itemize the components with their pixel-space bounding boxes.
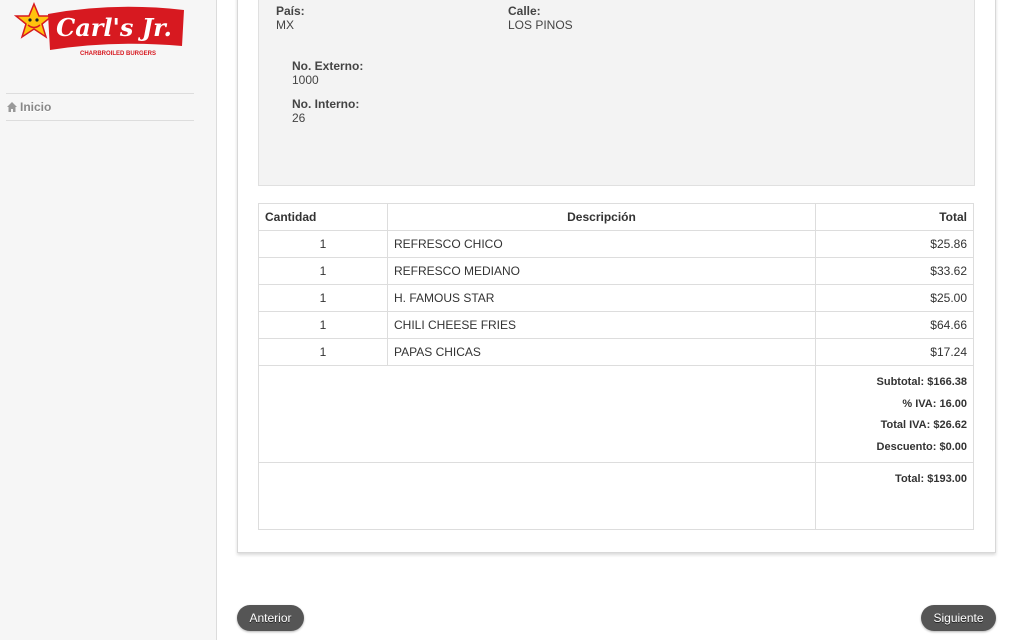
pais-label: País: (276, 4, 305, 18)
address-panel: País: MX Calle: LOS PINOS No. Externo: 1… (258, 0, 975, 186)
table-row: 1 CHILI CHEESE FRIES $64.66 (258, 311, 974, 339)
row-total: $64.66 (815, 311, 974, 339)
no-externo-value: 1000 (292, 73, 319, 87)
sidebar-item-label: Inicio (20, 100, 52, 114)
pais-field: País: MX (276, 4, 305, 32)
no-interno-label: No. Interno: (292, 97, 360, 111)
pais-value: MX (276, 18, 294, 32)
svg-text:CHARBROILED BURGERS: CHARBROILED BURGERS (80, 51, 156, 57)
row-qty: 1 (258, 311, 388, 339)
row-qty: 1 (258, 257, 388, 285)
no-interno-field: No. Interno: 26 (292, 97, 359, 125)
no-externo-label: No. Externo: (292, 59, 364, 73)
main-content: País: MX Calle: LOS PINOS No. Externo: 1… (217, 0, 1024, 640)
grand-total-row: Total: $193.00 (258, 462, 974, 530)
header-total: Total (815, 203, 974, 231)
calle-field: Calle: LOS PINOS (508, 4, 573, 32)
svg-text:Carl's Jr.: Carl's Jr. (56, 13, 172, 42)
order-card: País: MX Calle: LOS PINOS No. Externo: 1… (237, 0, 996, 553)
grand-total-cell: Total: $193.00 (815, 462, 974, 530)
carls-jr-logo[interactable]: Carl's Jr. CHARBROILED BURGERS (14, 2, 188, 60)
summary-cell: Subtotal: $166.38 % IVA: 16.00 Total IVA… (815, 365, 974, 463)
row-qty: 1 (258, 230, 388, 258)
sidebar-item-inicio[interactable]: Inicio (6, 93, 194, 121)
star-logo-icon (14, 2, 55, 39)
header-descripcion: Descripción (387, 203, 816, 231)
row-qty: 1 (258, 284, 388, 312)
row-desc: CHILI CHEESE FRIES (387, 311, 816, 339)
row-desc: H. FAMOUS STAR (387, 284, 816, 312)
anterior-button[interactable]: Anterior (237, 605, 304, 631)
sidebar: Carl's Jr. CHARBROILED BURGERS Inicio (0, 0, 217, 640)
row-qty: 1 (258, 338, 388, 366)
summary-spacer (258, 365, 816, 463)
table-row: 1 REFRESCO CHICO $25.86 (258, 230, 974, 258)
grand-total-value: Total: $193.00 (895, 473, 967, 485)
row-total: $33.62 (815, 257, 974, 285)
row-desc: PAPAS CHICAS (387, 338, 816, 366)
table-row: 1 REFRESCO MEDIANO $33.62 (258, 257, 974, 285)
no-externo-field: No. Externo: 1000 (292, 59, 363, 87)
table-header-row: Cantidad Descripción Total (258, 203, 974, 231)
total-iva-value: Total IVA: $26.62 (880, 419, 967, 431)
row-desc: REFRESCO MEDIANO (387, 257, 816, 285)
row-total: $17.24 (815, 338, 974, 366)
calle-label: Calle: (508, 4, 541, 18)
row-desc: REFRESCO CHICO (387, 230, 816, 258)
descuento-value: Descuento: $0.00 (876, 440, 967, 453)
header-cantidad: Cantidad (258, 203, 388, 231)
calle-value: LOS PINOS (508, 18, 573, 32)
row-total: $25.86 (815, 230, 974, 258)
subtotal-value: Subtotal: $166.38 (876, 376, 967, 388)
table-row: 1 PAPAS CHICAS $17.24 (258, 338, 974, 366)
summary-row: Subtotal: $166.38 % IVA: 16.00 Total IVA… (258, 365, 974, 463)
siguiente-button[interactable]: Siguiente (921, 605, 996, 631)
no-interno-value: 26 (292, 111, 306, 125)
row-total: $25.00 (815, 284, 974, 312)
iva-percent-value: % IVA: 16.00 (902, 397, 967, 410)
table-row: 1 H. FAMOUS STAR $25.00 (258, 284, 974, 312)
home-icon (7, 102, 17, 112)
grand-total-spacer (258, 462, 816, 530)
order-items-table: Cantidad Descripción Total 1 REFRESCO CH… (258, 203, 974, 530)
